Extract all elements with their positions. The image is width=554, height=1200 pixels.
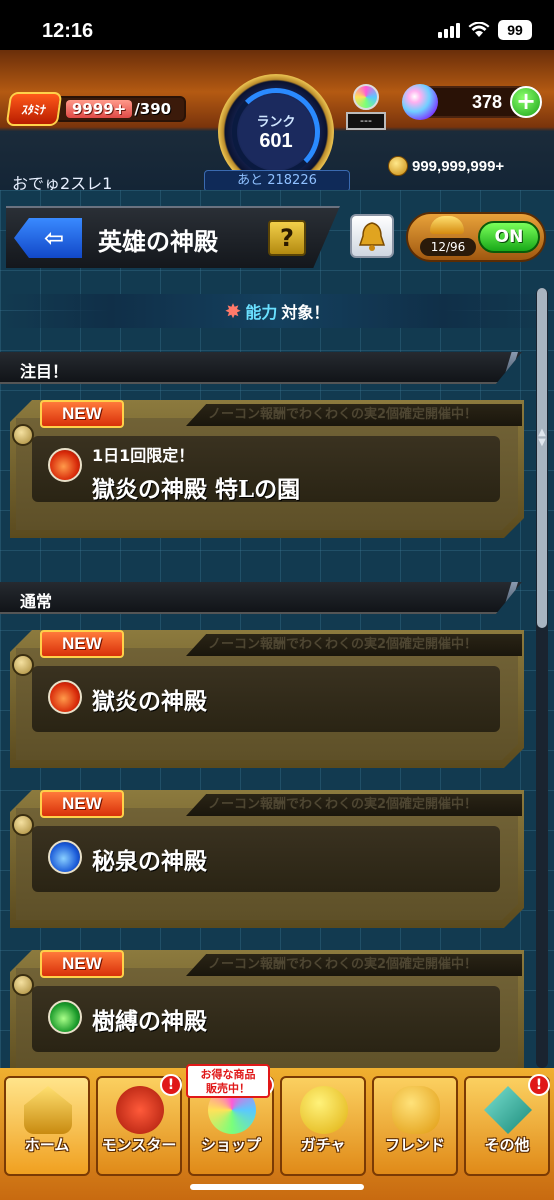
wood-element-icon — [48, 1000, 82, 1034]
orb-counter: 378 + — [402, 84, 542, 120]
nav-label: ガチャ — [300, 1136, 346, 1154]
card-title: 樹縛の神殿 — [92, 1008, 207, 1035]
new-badge: NEW — [40, 790, 124, 818]
bell-icon — [358, 222, 386, 251]
card-subtitle: 1日1回限定！ — [92, 446, 195, 465]
status-time: 12:16 — [42, 20, 94, 42]
section-title: 通常 — [20, 592, 53, 611]
alert-badge: ! — [528, 1074, 550, 1096]
card-dot-icon — [12, 974, 34, 996]
home-icon — [24, 1086, 72, 1134]
nav-gacha[interactable]: ガチャ — [280, 1076, 366, 1176]
rank-value: 601 — [259, 130, 293, 152]
coin-value: 999,999,999+ — [412, 157, 505, 175]
back-arrow-icon: ⇦ — [44, 224, 65, 252]
new-badge: NEW — [40, 400, 124, 428]
stamina-current: 9999+ — [66, 100, 133, 118]
nav-other[interactable]: その他 ! — [464, 1074, 550, 1176]
nav-label: ショップ — [200, 1136, 261, 1154]
bottom-nav: ホーム モンスター ! ショップ ! ガチャ フレンド その他 ! — [0, 1068, 554, 1200]
nav-label: モンスター — [101, 1136, 177, 1154]
home-indicator[interactable] — [190, 1184, 364, 1190]
scroll-grip-icon[interactable]: ▲ ▼ — [534, 428, 550, 458]
nav-friend[interactable]: フレンド — [372, 1076, 458, 1176]
quest-card-special[interactable]: ノーコン報酬でわくわくの実2個確定開催中！ NEW 1日1回限定！ 獄炎の神殿 … — [10, 400, 524, 538]
card-campaign-tab: ノーコン報酬でわくわくの実2個確定開催中！ — [186, 794, 522, 816]
add-orb-button[interactable]: + — [510, 86, 542, 118]
card-campaign-tab: ノーコン報酬でわくわくの実2個確定開催中！ — [186, 404, 522, 426]
quest-card-fire[interactable]: ノーコン報酬でわくわくの実2個確定開催中！ NEW 獄炎の神殿 — [10, 630, 524, 768]
scrollbar-thumb[interactable] — [537, 288, 547, 628]
sale-tag-line2: 販売中！ — [206, 1082, 250, 1095]
card-title: 秘泉の神殿 — [92, 848, 207, 875]
card-title: 獄炎の神殿 特Lの園 — [92, 476, 301, 503]
status-icons: 99 — [438, 20, 532, 40]
other-icon — [484, 1086, 532, 1134]
quest-card-water[interactable]: ノーコン報酬でわくわくの実2個確定開催中！ NEW 秘泉の神殿 — [10, 790, 524, 928]
gem-counter-value: --- — [346, 112, 386, 130]
new-badge: NEW — [40, 950, 124, 978]
gem-icon — [353, 84, 379, 110]
rank-exp-remaining: あと 218226 — [204, 170, 350, 192]
wifi-icon — [468, 22, 490, 37]
stamina-toggle[interactable]: 12/96 ON — [406, 212, 546, 262]
stamina-max: /390 — [134, 100, 172, 118]
gacha-egg-icon — [300, 1086, 348, 1134]
sale-tag-line1: お得な商品 — [200, 1068, 256, 1081]
rank-label: ランク — [256, 115, 296, 130]
card-title: 獄炎の神殿 — [92, 688, 207, 715]
ability-highlight: 能力 — [245, 303, 278, 322]
ability-target-banner: ✸ 能力 対象！ — [0, 294, 554, 328]
notification-bell-button[interactable] — [350, 214, 394, 258]
nav-monster[interactable]: モンスター ! — [96, 1074, 182, 1176]
toggle-on-button[interactable]: ON — [478, 221, 540, 253]
coin-icon — [388, 156, 408, 176]
stamina-bar: 9999+ /390 — [54, 96, 186, 122]
coin-counter: 999,999,999+ — [388, 156, 504, 176]
shop-sale-tag: お得な商品 販売中！ — [186, 1064, 270, 1098]
scrollbar[interactable] — [536, 288, 548, 1068]
stamina-gauge[interactable]: ｽﾀﾐﾅ 9999+ /390 — [5, 92, 186, 126]
nav-home[interactable]: ホーム — [4, 1076, 90, 1176]
section-title: 注目！ — [20, 362, 69, 381]
fire-element-icon — [48, 680, 82, 714]
fire-element-icon — [48, 448, 82, 482]
toggle-count: 12/96 — [420, 238, 476, 256]
new-badge: NEW — [40, 630, 124, 658]
nav-label: その他 — [484, 1136, 530, 1154]
game-header: ｽﾀﾐﾅ 9999+ /390 ランク 601 あと 218226 --- 37… — [0, 50, 554, 193]
friend-icon — [392, 1086, 440, 1134]
orb-icon — [402, 84, 438, 120]
alert-badge: ! — [160, 1074, 182, 1096]
ability-text: 対象！ — [281, 303, 330, 322]
signal-icon — [438, 22, 460, 38]
card-campaign-tab: ノーコン報酬でわくわくの実2個確定開催中！ — [186, 634, 522, 656]
monster-icon — [116, 1086, 164, 1134]
stamina-icon: ｽﾀﾐﾅ — [5, 92, 63, 126]
card-campaign-tab: ノーコン報酬でわくわくの実2個確定開催中！ — [186, 954, 522, 976]
orb-count: 378 — [471, 92, 502, 112]
page-title: 英雄の神殿 — [98, 227, 218, 256]
nav-label: フレンド — [384, 1136, 445, 1154]
status-bar: 12:16 99 — [0, 0, 554, 50]
card-dot-icon — [12, 814, 34, 836]
help-button[interactable]: ? — [268, 220, 306, 256]
water-element-icon — [48, 840, 82, 874]
sparkle-icon: ✸ — [224, 299, 242, 323]
card-dot-icon — [12, 654, 34, 676]
section-header-normal: 通常 — [0, 582, 522, 614]
section-header-featured: 注目！ — [0, 352, 522, 384]
gem-counter[interactable]: --- — [346, 84, 386, 130]
nav-label: ホーム — [24, 1136, 70, 1154]
battery-icon: 99 — [498, 20, 532, 40]
helmet-icon — [430, 216, 464, 234]
card-dot-icon — [12, 424, 34, 446]
